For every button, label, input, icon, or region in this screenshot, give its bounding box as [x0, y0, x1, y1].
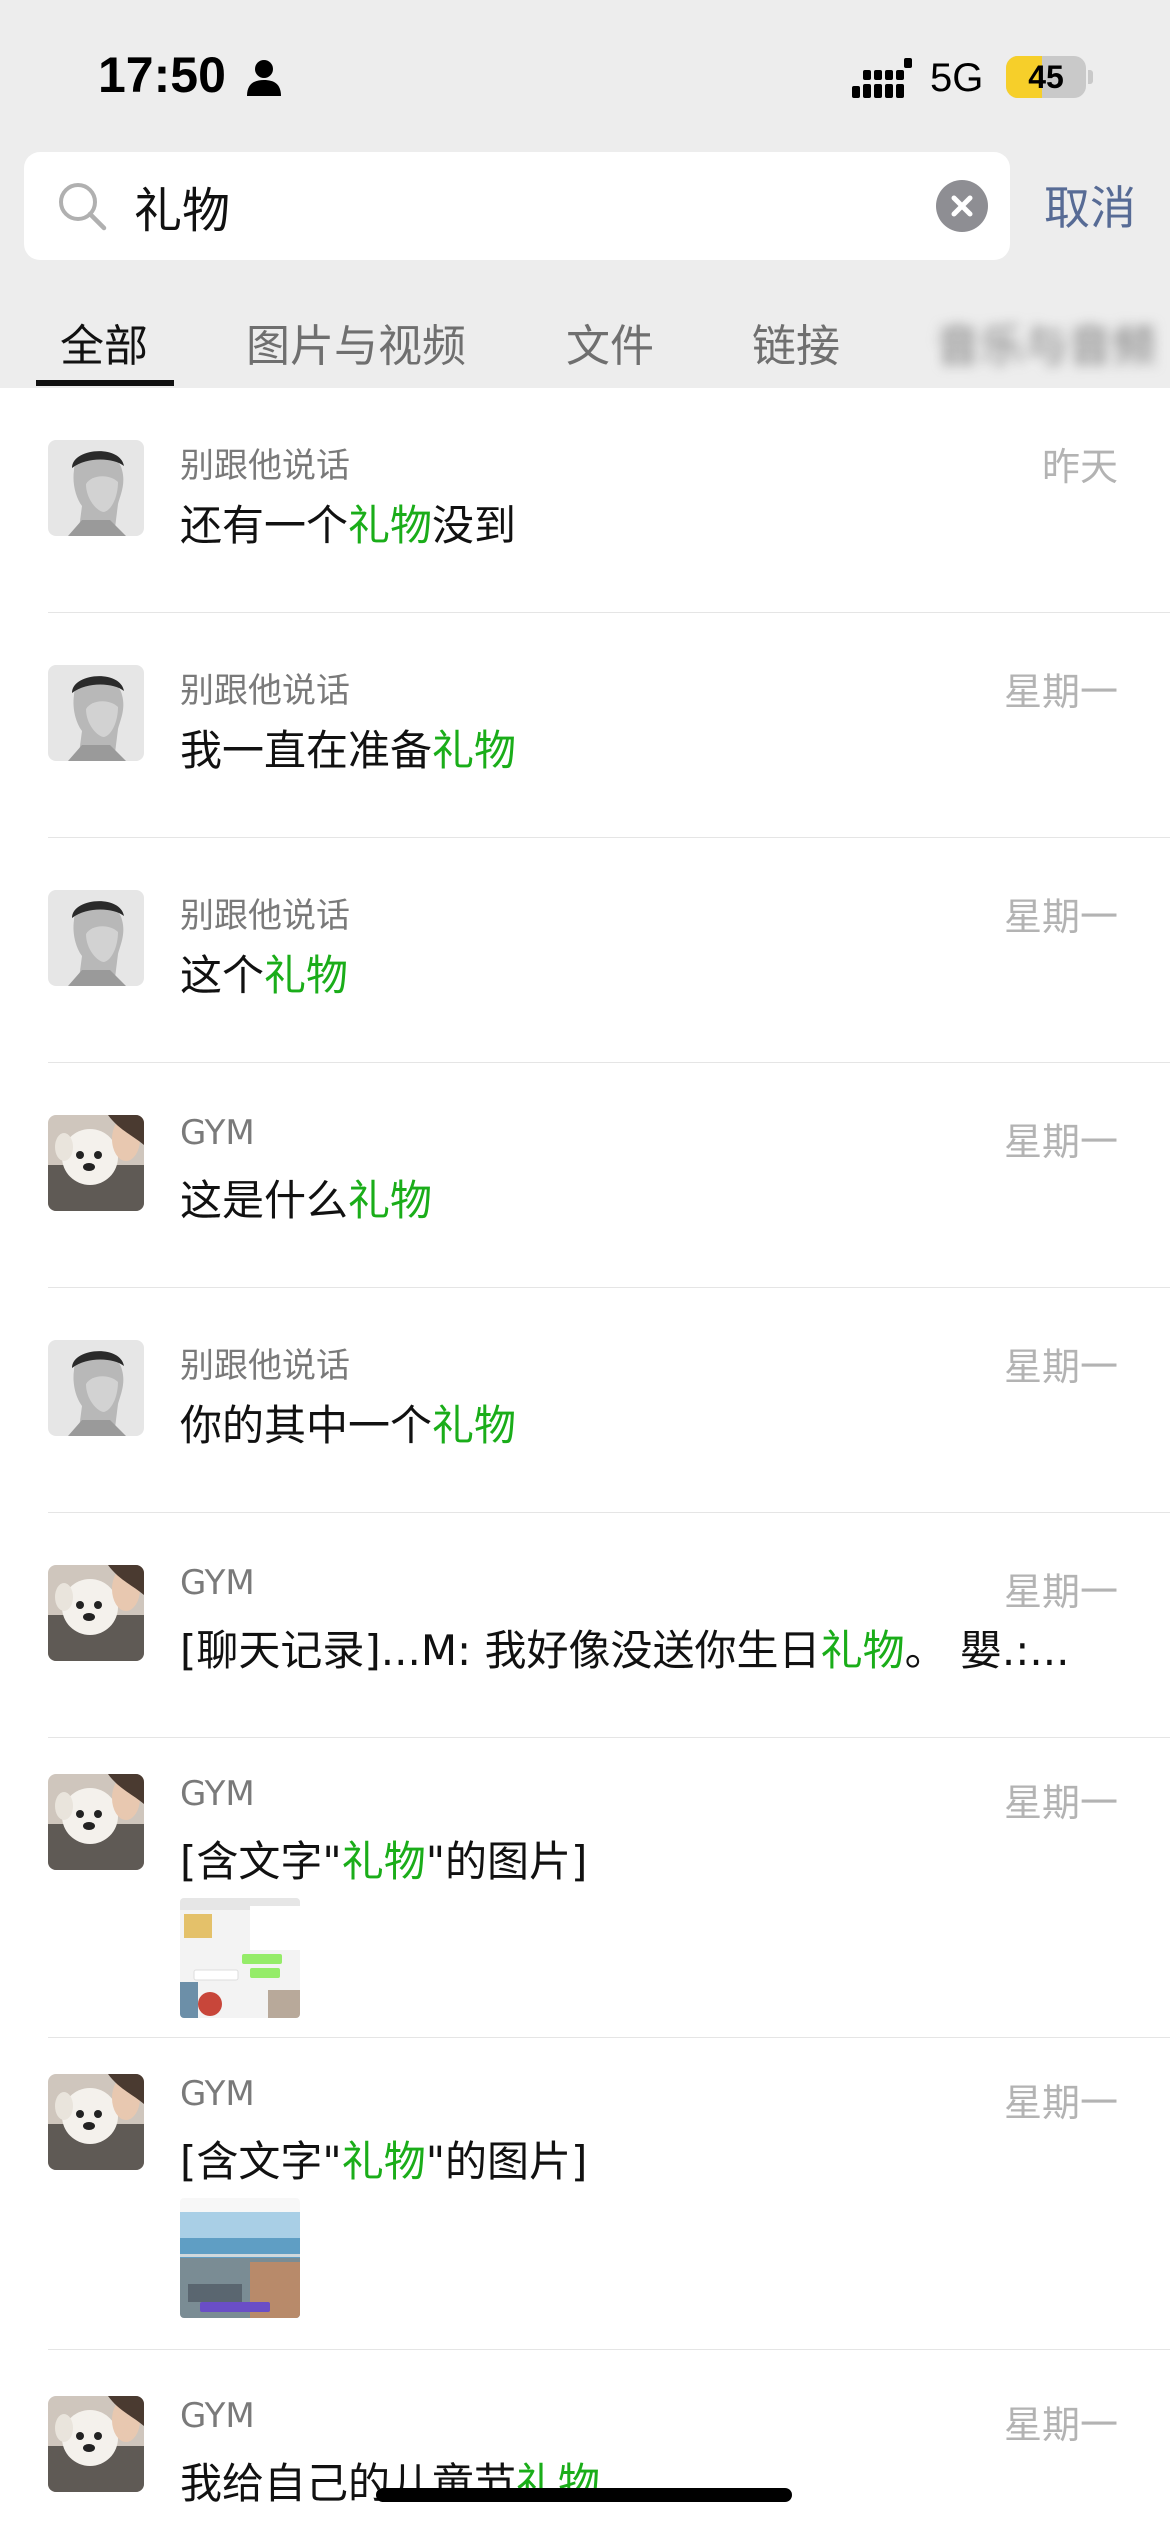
keyword-highlight: 礼物: [341, 2137, 426, 2186]
message-snippet: 还有一个礼物没到: [180, 492, 516, 553]
search-icon: [59, 183, 107, 231]
message-snippet: [含文字"礼物"的图片]: [180, 1828, 587, 1889]
message-snippet: 我一直在准备礼物: [180, 717, 516, 778]
message-snippet: [聊天记录]...M: 我好像没送你生日礼物。 嬰.:...: [180, 1617, 1069, 1678]
active-tab-indicator: [36, 380, 174, 386]
message-time: 星期一: [1003, 2403, 1118, 2447]
message-snippet: 这个礼物: [180, 942, 348, 1003]
battery-percent: 45: [1028, 59, 1064, 95]
filter-tabs: 全部 图片与视频 文件 链接 音乐与音频: [0, 300, 1170, 388]
dog-avatar: [48, 2396, 144, 2492]
sender-name: GYM: [180, 1113, 255, 1153]
result-item[interactable]: GYM 星期一 这是什么礼物: [0, 1063, 1170, 1288]
snippet-text: 你的其中一个: [180, 1401, 433, 1450]
snippet-text: 还有一个: [180, 501, 349, 550]
snippet-text: 。 嬰.:...: [904, 1626, 1070, 1675]
snippet-text: "的图片]: [425, 1837, 588, 1886]
message-snippet: [含文字"礼物"的图片]: [180, 2128, 587, 2189]
message-time: 昨天: [1041, 445, 1118, 489]
tab-images-videos[interactable]: 图片与视频: [246, 310, 466, 374]
dog-avatar: [48, 2074, 144, 2170]
snippet-text: [含文字": [180, 2137, 342, 2186]
result-item[interactable]: GYM 星期一 [含文字"礼物"的图片]: [0, 2038, 1170, 2350]
tab-all[interactable]: 全部: [60, 310, 148, 374]
home-indicator[interactable]: [376, 2488, 792, 2502]
sender-name: 别跟他说话: [180, 671, 350, 711]
portrait-avatar: [48, 1340, 144, 1436]
sender-name: GYM: [180, 2074, 255, 2114]
cellular-signal-icon: [852, 58, 912, 98]
keyword-highlight: 礼物: [432, 1401, 517, 1450]
status-time: 17:50: [98, 47, 226, 103]
result-item[interactable]: GYM 星期一 我给自己的儿童节礼物: [0, 2350, 1170, 2532]
tab-links[interactable]: 链接: [752, 310, 840, 374]
message-snippet: 你的其中一个礼物: [180, 1392, 516, 1453]
message-time: 星期一: [1003, 1781, 1118, 1825]
result-item[interactable]: 别跟他说话 昨天 还有一个礼物没到: [0, 388, 1170, 613]
clear-search-button[interactable]: [936, 180, 988, 232]
message-time: 星期一: [1003, 1120, 1118, 1164]
chat-screenshot-thumbnail: [180, 1898, 300, 2018]
message-time: 星期一: [1003, 895, 1118, 939]
sender-name: 别跟他说话: [180, 1346, 350, 1386]
snippet-text: 这个: [180, 951, 265, 1000]
keyword-highlight: 礼物: [264, 951, 349, 1000]
dog-avatar: [48, 1774, 144, 1870]
keyword-highlight: 礼物: [341, 1837, 426, 1886]
keyword-highlight: 礼物: [348, 501, 433, 550]
sender-name: 别跟他说话: [180, 896, 350, 936]
result-item[interactable]: GYM 星期一 [含文字"礼物"的图片]: [0, 1738, 1170, 2038]
portrait-avatar: [48, 890, 144, 986]
result-item[interactable]: GYM 星期一 [聊天记录]...M: 我好像没送你生日礼物。 嬰.:...: [0, 1513, 1170, 1738]
sender-name: GYM: [180, 1563, 255, 1603]
search-results-screen: 17:50 5G 45 礼物 取消 全部 图片与视频 文件 链接 音乐与音频 别…: [0, 0, 1170, 2532]
message-snippet: 这是什么礼物: [180, 1167, 432, 1228]
result-item[interactable]: 别跟他说话 星期一 我一直在准备礼物: [0, 613, 1170, 838]
message-time: 星期一: [1003, 1345, 1118, 1389]
keyword-highlight: 礼物: [820, 1626, 905, 1675]
search-input[interactable]: [134, 152, 934, 260]
cancel-button[interactable]: 取消: [1044, 172, 1136, 238]
result-item[interactable]: 别跟他说话 星期一 这个礼物: [0, 838, 1170, 1063]
network-label: 5G: [930, 56, 984, 100]
dog-avatar: [48, 1565, 144, 1661]
snippet-text: [含文字": [180, 1837, 342, 1886]
close-icon: [951, 195, 973, 217]
sender-name: GYM: [180, 1774, 255, 1814]
message-time: 星期一: [1003, 2081, 1118, 2125]
portrait-avatar: [48, 665, 144, 761]
snippet-text: "的图片]: [425, 2137, 588, 2186]
image-thumbnail[interactable]: [180, 2198, 300, 2318]
sender-name: 别跟他说话: [180, 446, 350, 486]
dog-avatar: [48, 1115, 144, 1211]
portrait-avatar: [48, 440, 144, 536]
message-time: 星期一: [1003, 670, 1118, 714]
battery-tip: [1088, 70, 1093, 84]
search-bar[interactable]: [24, 152, 1010, 260]
tab-files[interactable]: 文件: [566, 310, 654, 374]
snippet-text: 我一直在准备: [180, 726, 433, 775]
keyword-highlight: 礼物: [432, 726, 517, 775]
image-thumbnail[interactable]: [180, 1898, 300, 2018]
snippet-text: 这是什么: [180, 1176, 349, 1225]
person-icon: [247, 60, 281, 96]
balcony-photo-thumbnail: [180, 2198, 300, 2318]
battery-icon: 45: [1006, 56, 1086, 98]
tab-music-audio[interactable]: 音乐与音频: [936, 310, 1156, 374]
message-time: 星期一: [1003, 1570, 1118, 1614]
keyword-highlight: 礼物: [348, 1176, 433, 1225]
snippet-text: 没到: [432, 501, 517, 550]
result-item[interactable]: 别跟他说话 星期一 你的其中一个礼物: [0, 1288, 1170, 1513]
sender-name: GYM: [180, 2396, 255, 2436]
snippet-text: [聊天记录]...M: 我好像没送你生日: [180, 1626, 821, 1675]
